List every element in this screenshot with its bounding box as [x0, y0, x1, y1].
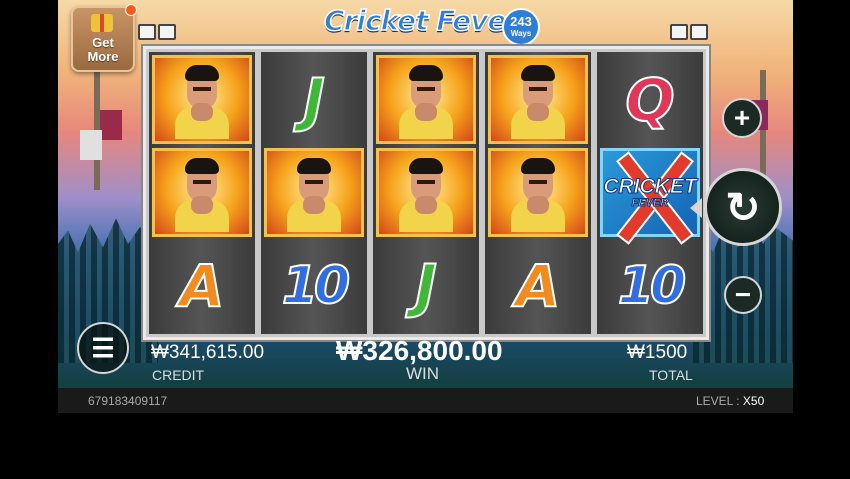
logo-title: Cricket Fever	[323, 3, 520, 38]
spin-refresh-icon: ↻	[725, 183, 761, 231]
plus-icon: +	[733, 102, 751, 133]
symbol-letter: J	[302, 65, 326, 134]
wild-subtext: FEVER	[631, 196, 669, 209]
slot-game-screen: Cricket Fever 243 Ways Get More A J 10 J A Q C…	[58, 0, 793, 413]
level-value: X50	[742, 394, 765, 408]
game-round-id: 679183409117	[88, 394, 168, 408]
symbol-10: 10	[264, 241, 364, 330]
notification-dot	[125, 4, 137, 16]
symbol-letter: 10	[617, 255, 687, 316]
hamburger-menu-icon: ☰	[91, 332, 115, 363]
symbol-cricketer	[376, 55, 476, 144]
symbol-a: A	[152, 241, 252, 330]
flag	[100, 110, 122, 140]
get-more-button[interactable]: Get More	[71, 4, 137, 72]
reel-column: Q CRICKET FEVER 10	[597, 52, 703, 334]
get-more-line1: Get	[92, 35, 114, 50]
level-indicator: LEVEL : X50	[696, 394, 764, 408]
ways-number: 243	[510, 14, 532, 29]
cricketer-portrait-icon	[171, 61, 233, 139]
symbol-cricketer	[488, 148, 588, 237]
cricketer-portrait-icon	[395, 154, 457, 232]
wild-text: CRICKET	[603, 174, 697, 198]
ways-label: Ways	[510, 29, 532, 38]
credit-label: CREDIT	[152, 367, 205, 383]
wild-symbol-text: CRICKET FEVER	[603, 174, 697, 209]
symbol-letter: J	[414, 251, 438, 320]
cricketer-portrait-icon	[395, 61, 457, 139]
win-label: WIN	[406, 364, 440, 383]
cricketer-portrait-icon	[507, 61, 569, 139]
ways-badge: 243 Ways	[502, 8, 540, 46]
floodlight-icon	[138, 24, 156, 40]
floodlight-icon	[690, 24, 708, 40]
symbol-letter: A	[515, 251, 562, 320]
symbol-10: 10	[600, 241, 700, 330]
symbol-j: J	[264, 55, 364, 144]
gift-icon	[91, 14, 113, 32]
symbol-letter: Q	[624, 65, 675, 134]
reels-frame: A J 10 J A Q CRICKET FEVER 10	[143, 46, 709, 340]
total-bet-value[interactable]: ₩1500	[627, 342, 687, 364]
menu-button[interactable]: ☰	[77, 322, 129, 374]
floodlight-icon	[158, 24, 176, 40]
spin-arrow-icon	[690, 198, 702, 218]
reel-column: A	[149, 52, 255, 334]
symbol-q: Q	[600, 55, 700, 144]
increase-bet-button[interactable]: +	[722, 98, 762, 138]
spin-button[interactable]: ↻	[704, 168, 782, 246]
cricketer-portrait-icon	[507, 154, 569, 232]
reel-column: J 10	[261, 52, 367, 334]
level-label: LEVEL :	[696, 394, 743, 408]
footer-bar	[58, 388, 793, 413]
total-label: TOTAL	[649, 367, 693, 383]
symbol-wild: CRICKET FEVER	[600, 148, 700, 245]
symbol-cricketer	[152, 148, 252, 237]
symbol-cricketer	[152, 55, 252, 144]
win-value: ₩326,800.00	[336, 335, 503, 366]
symbol-cricketer	[264, 148, 364, 237]
symbol-a: A	[488, 241, 588, 330]
credit-value: ₩341,615.00	[151, 342, 265, 363]
reel-column: A	[485, 52, 591, 334]
floodlight-icon	[670, 24, 688, 40]
reel-column: J	[373, 52, 479, 334]
symbol-j: J	[376, 241, 476, 330]
decrease-bet-button[interactable]: −	[724, 276, 762, 314]
symbol-letter: 10	[281, 255, 351, 316]
get-more-line2: More	[87, 49, 119, 64]
cricketer-portrait-icon	[171, 154, 233, 232]
symbol-cricketer	[488, 55, 588, 144]
minus-icon: −	[734, 279, 752, 310]
cricketer-portrait-icon	[283, 154, 345, 232]
game-logo: Cricket Fever 243 Ways	[323, 2, 540, 46]
symbol-letter: A	[179, 251, 226, 320]
symbol-cricketer	[376, 148, 476, 237]
flag	[80, 130, 102, 160]
